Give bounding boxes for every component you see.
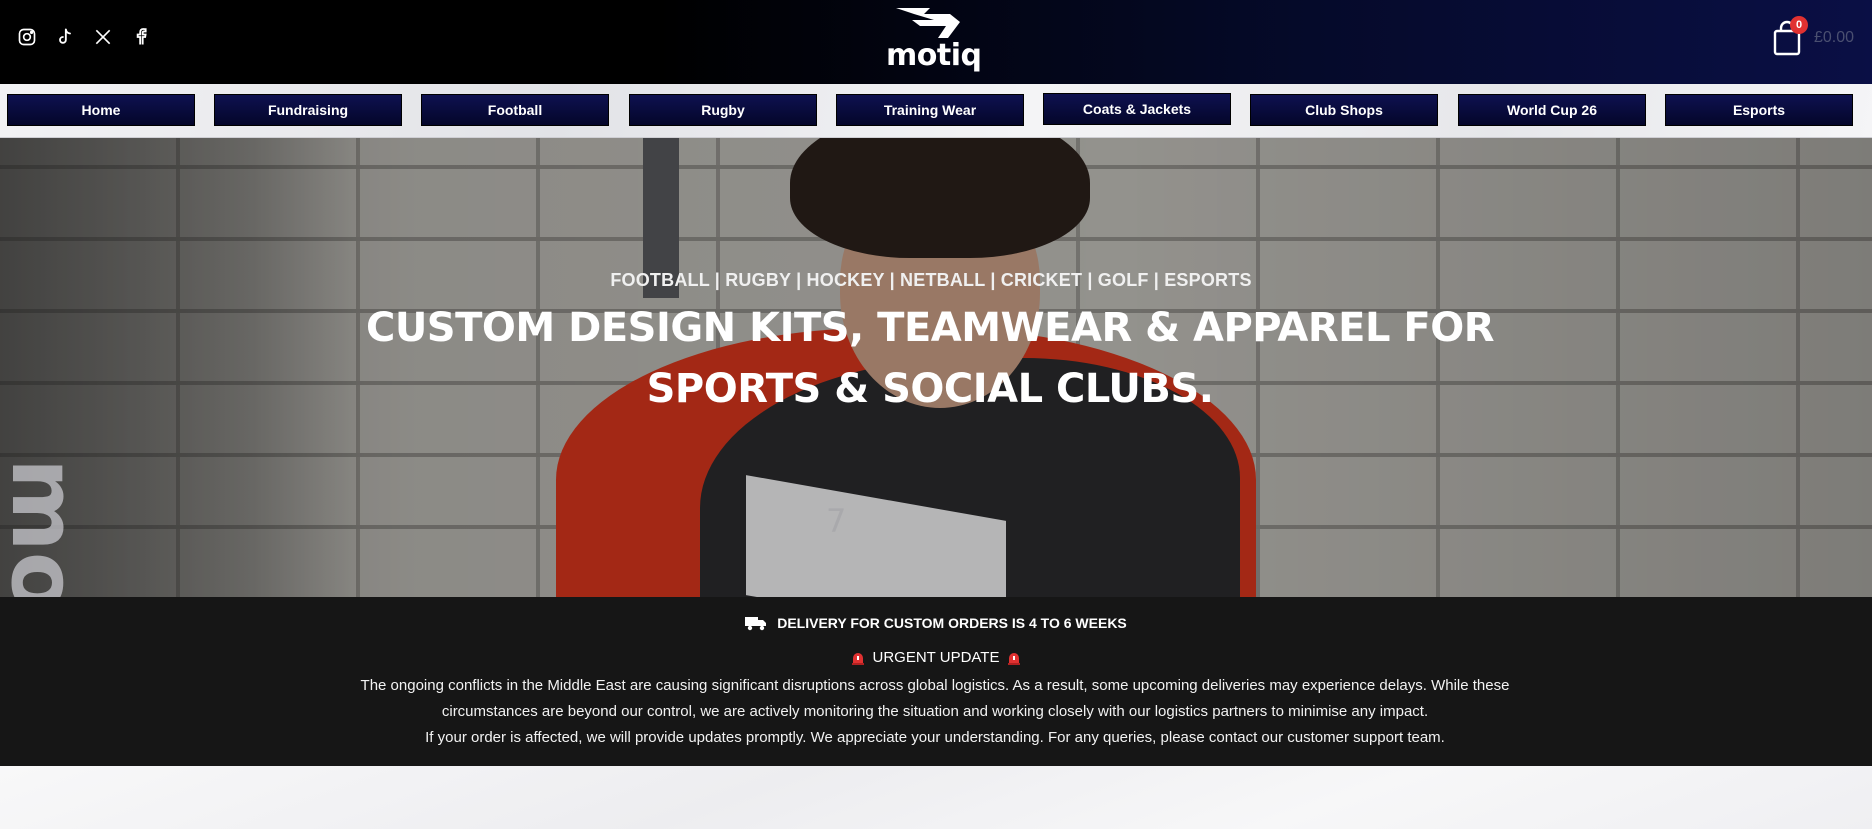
cart-total[interactable]: £0.00: [1814, 29, 1854, 47]
siren-icon: [1008, 652, 1021, 665]
nav-item-training-wear[interactable]: Training Wear: [836, 94, 1024, 126]
x-icon[interactable]: [92, 26, 114, 48]
main-navigation: Home Fundraising Football Rugby Training…: [0, 84, 1872, 138]
social-links: [16, 26, 152, 48]
instagram-icon[interactable]: [16, 26, 38, 48]
notice-body: The ongoing conflicts in the Middle East…: [360, 673, 1510, 751]
urgent-update-label: URGENT UPDATE: [872, 649, 1000, 666]
delivery-text: DELIVERY FOR CUSTOM ORDERS IS 4 TO 6 WEE…: [777, 615, 1127, 631]
nav-item-world-cup-26[interactable]: World Cup 26: [1458, 94, 1646, 126]
nav-item-home[interactable]: Home: [7, 94, 195, 126]
delivery-notice: DELIVERY FOR CUSTOM ORDERS IS 4 TO 6 WEE…: [0, 615, 1872, 631]
page-section-background: [0, 766, 1872, 829]
facebook-icon[interactable]: [130, 26, 152, 48]
nav-item-rugby[interactable]: Rugby: [629, 94, 817, 126]
logo-wordmark: motiq: [886, 38, 982, 73]
notice-bar: DELIVERY FOR CUSTOM ORDERS IS 4 TO 6 WEE…: [0, 597, 1872, 766]
site-header: motiq 0 £0.00: [0, 0, 1872, 84]
siren-icon: [851, 652, 864, 665]
delivery-truck-icon: [745, 617, 767, 631]
site-logo[interactable]: motiq: [886, 4, 982, 74]
notice-paragraph: If your order is affected, we will provi…: [425, 729, 1445, 746]
nav-item-esports[interactable]: Esports: [1665, 94, 1853, 126]
nav-item-coats-jackets[interactable]: Coats & Jackets: [1043, 93, 1231, 125]
nav-item-fundraising[interactable]: Fundraising: [214, 94, 402, 126]
cart-count-badge: 0: [1790, 16, 1808, 34]
hero-side-wordmark: motiq: [0, 458, 96, 597]
hero-banner: 7 motiq FOOTBALL | RUGBY | HOCKEY | NETB…: [0, 138, 1872, 597]
notice-paragraph: The ongoing conflicts in the Middle East…: [360, 677, 1510, 720]
tiktok-icon[interactable]: [54, 26, 76, 48]
urgent-heading: URGENT UPDATE: [0, 649, 1872, 666]
hero-sports-list: FOOTBALL | RUGBY | HOCKEY | NETBALL | CR…: [610, 270, 1252, 290]
nav-item-club-shops[interactable]: Club Shops: [1250, 94, 1438, 126]
nav-item-football[interactable]: Football: [421, 94, 609, 126]
hero-title: CUSTOM DESIGN KITS, TEAMWEAR & APPAREL F…: [365, 305, 1495, 412]
